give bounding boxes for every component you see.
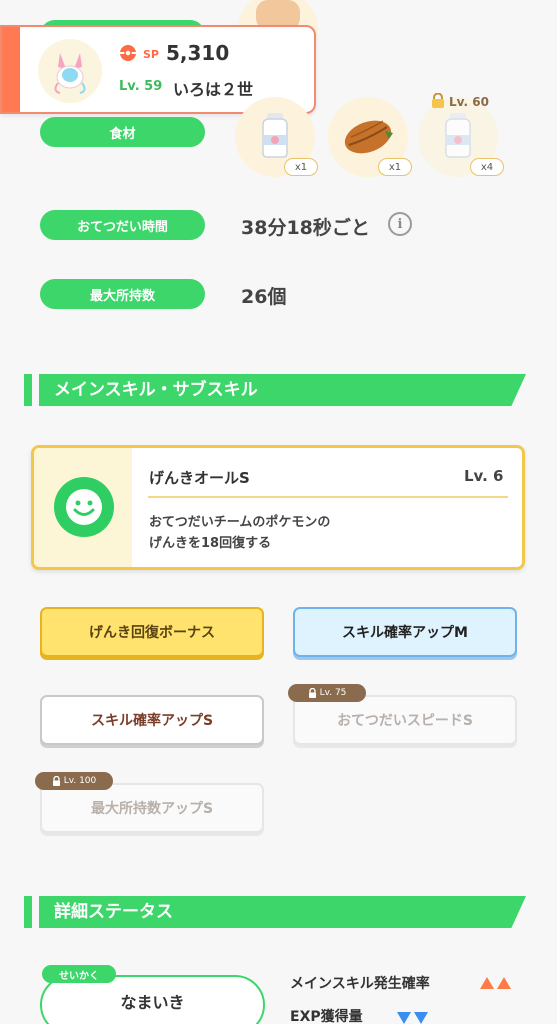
cacao-icon <box>344 120 393 154</box>
ingredient-count-3: x4 <box>470 158 504 176</box>
pokemon-name: いろは２世 <box>173 80 254 99</box>
ingredient-count-2: x1 <box>378 158 412 176</box>
nature-tag: せいかく <box>42 965 116 983</box>
sub-skill-4-lock-tag: Lv. 75 <box>288 684 366 702</box>
sub-skill-2[interactable]: スキル確率アップM <box>293 607 517 657</box>
ingredients-label: 食材 <box>40 117 205 147</box>
sub-skill-4-lock-level: Lv. 75 <box>319 688 347 698</box>
detail-section-header: 詳細ステータス <box>24 896 526 928</box>
lock-icon <box>308 688 316 698</box>
arrow-up-icon <box>480 977 511 989</box>
card-accent-stripe <box>2 27 20 112</box>
pokemon-avatar <box>38 39 102 103</box>
pokemon-level: Lv. 59 <box>119 79 163 94</box>
sub-skill-1[interactable]: げんき回復ボーナス <box>40 607 264 657</box>
info-icon[interactable]: i <box>388 212 412 236</box>
arrow-down-icon <box>397 1012 428 1024</box>
sp-label: SP <box>143 48 159 61</box>
skills-section-title: メインスキル・サブスキル <box>54 380 258 400</box>
help-time-label: おてつだい時間 <box>40 210 205 240</box>
detail-section-title: 詳細ステータス <box>54 902 173 922</box>
main-skill-card[interactable]: げんきオールS Lv. 6 おてつだいチームのポケモンの げんきを18回復する <box>31 445 525 570</box>
milk-icon <box>262 113 288 158</box>
stat-label-1: メインスキル発生確率 <box>290 976 430 992</box>
skill-divider <box>148 496 508 498</box>
milk-icon <box>445 113 471 158</box>
sp-value: 5,310 <box>166 41 230 65</box>
smile-icon <box>54 477 114 537</box>
main-skill-level: Lv. 6 <box>464 467 504 485</box>
lock-icon <box>432 93 444 108</box>
pokeball-icon <box>120 45 136 61</box>
main-skill-desc-2: げんきを18回復する <box>149 536 272 551</box>
lock-icon <box>52 776 60 786</box>
max-carry-value: 26個 <box>241 286 287 308</box>
stat-label-2: EXP獲得量 <box>290 1009 363 1024</box>
help-time-value: 38分18秒ごと <box>241 217 370 239</box>
skill-icon-panel <box>34 448 132 567</box>
ingredient-lock-level: Lv. 60 <box>449 95 489 109</box>
sub-skill-5-lock-tag: Lv. 100 <box>35 772 113 790</box>
sub-skill-5-lock-level: Lv. 100 <box>63 776 97 786</box>
nature-value: なまいき <box>120 993 185 1012</box>
max-carry-label: 最大所持数 <box>40 279 205 309</box>
sub-skill-3[interactable]: スキル確率アップS <box>40 695 264 745</box>
main-skill-name: げんきオールS <box>149 469 250 487</box>
ingredient-count-1: x1 <box>284 158 318 176</box>
sub-skill-4[interactable]: おてつだいスピードS <box>293 695 517 745</box>
sub-skill-5[interactable]: 最大所持数アップS <box>40 783 264 833</box>
skills-section-header: メインスキル・サブスキル <box>24 374 526 406</box>
main-skill-desc-1: おてつだいチームのポケモンの <box>149 515 331 530</box>
